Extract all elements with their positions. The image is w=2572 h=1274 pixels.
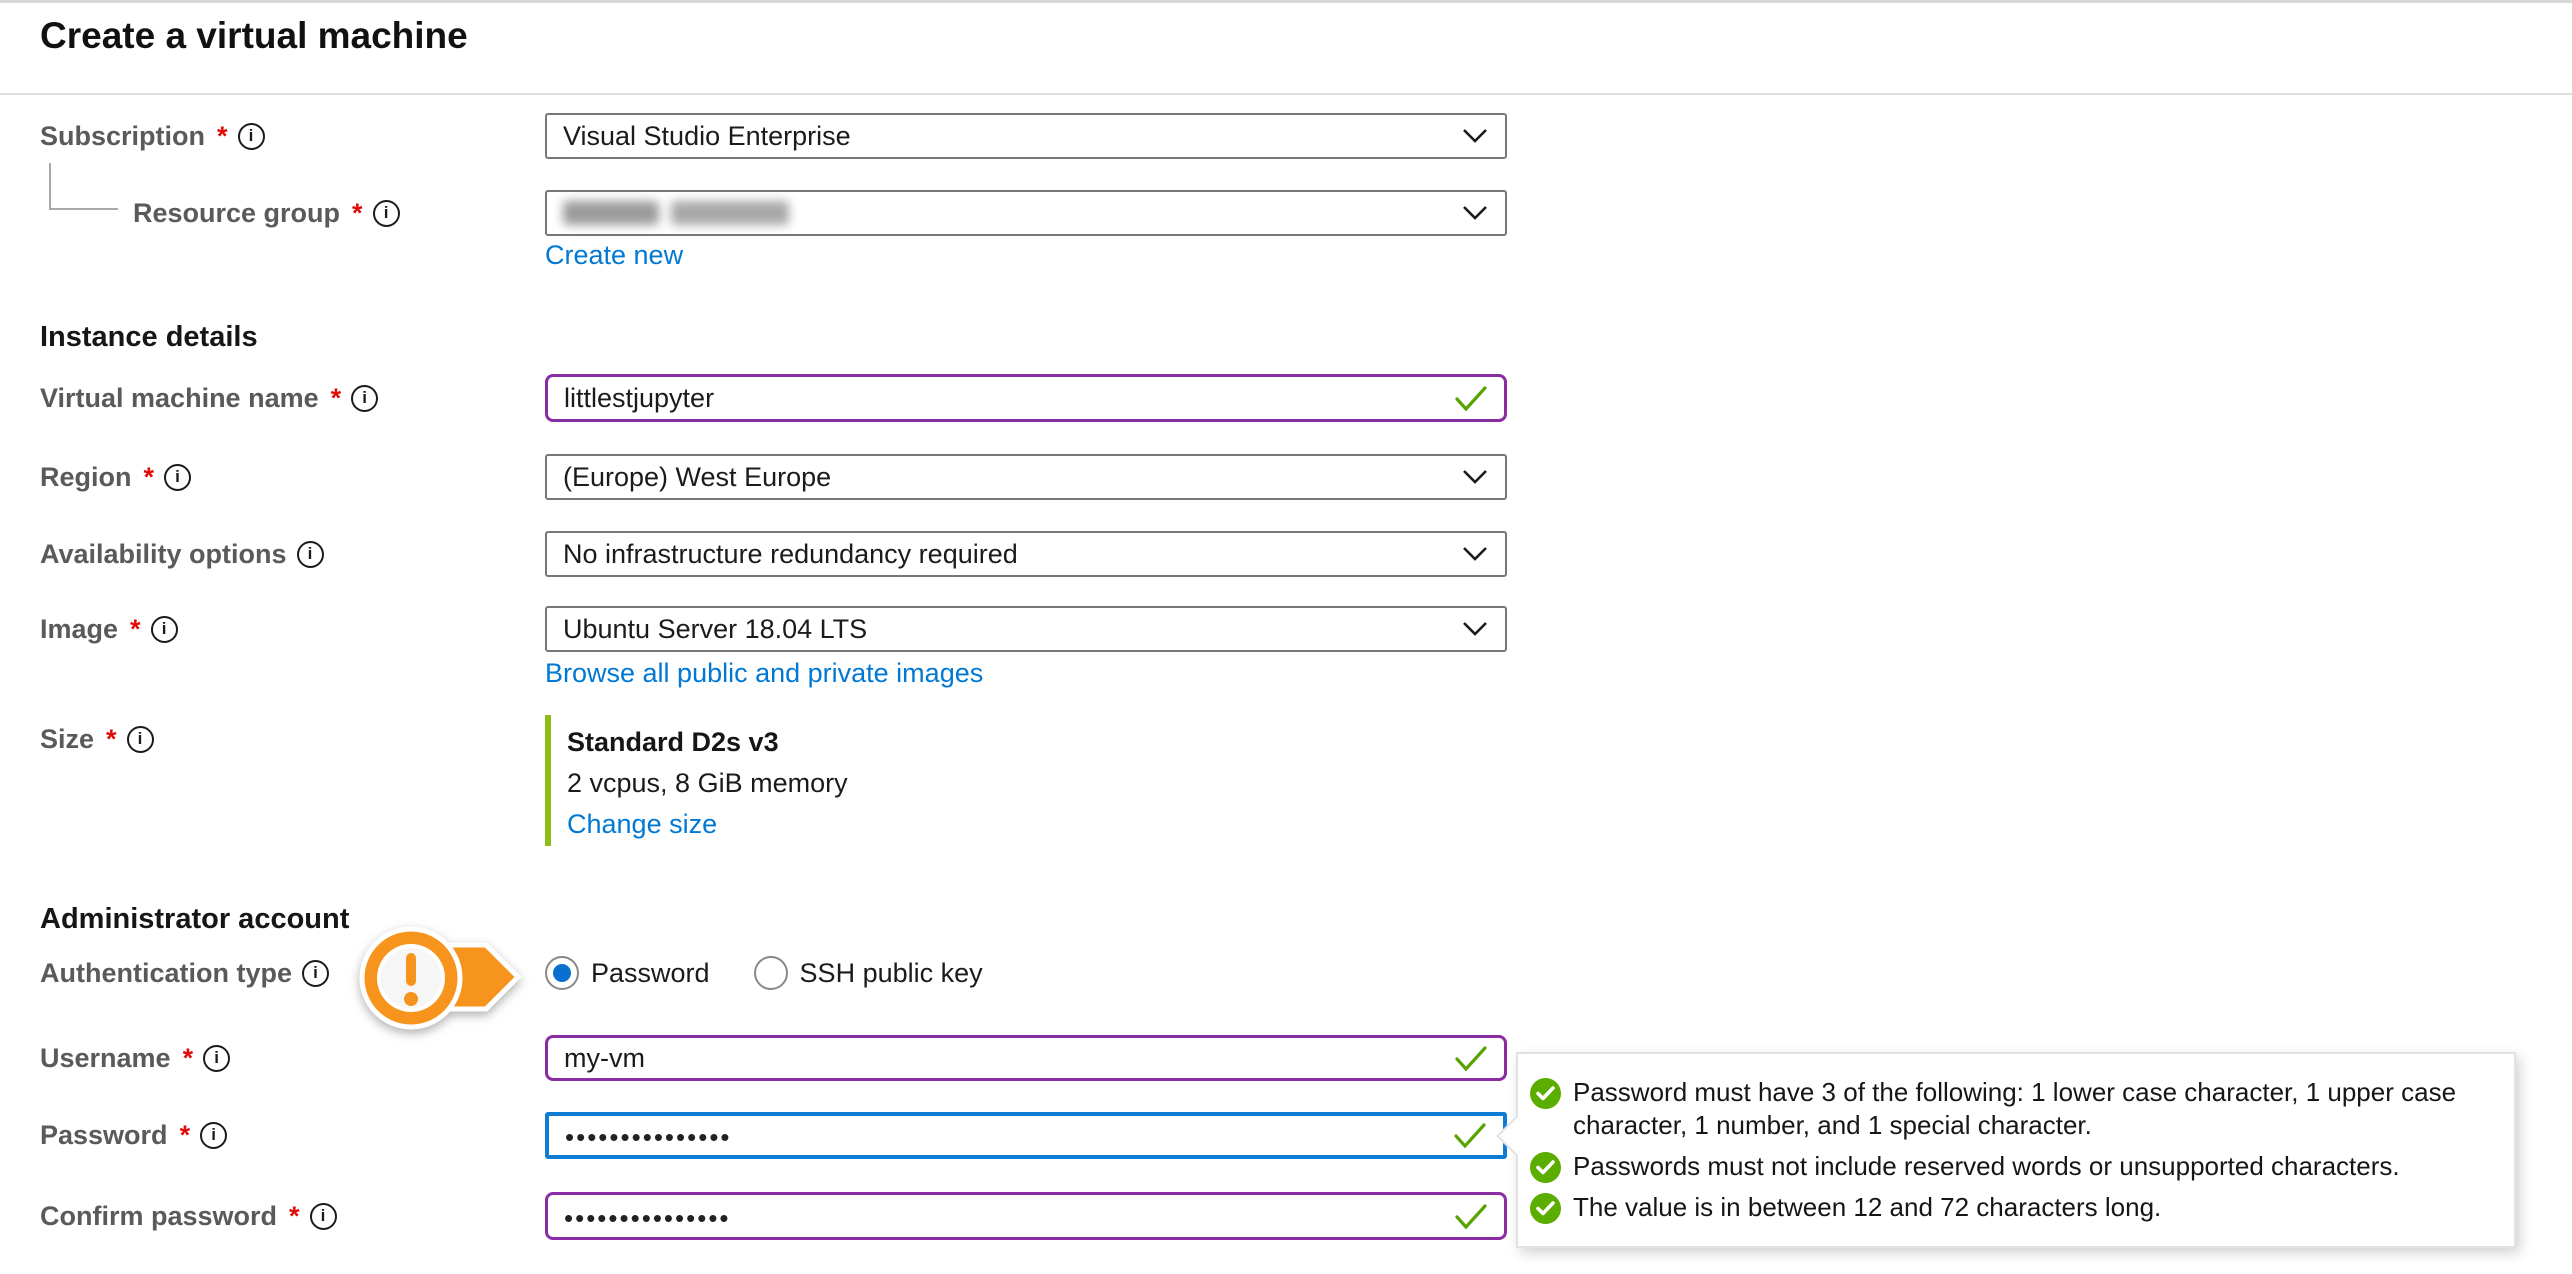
required-asterisk: * xyxy=(352,198,363,229)
instance-details-heading: Instance details xyxy=(40,321,258,354)
success-check-icon xyxy=(1530,1193,1561,1224)
image-value: Ubuntu Server 18.04 LTS xyxy=(563,614,867,645)
validation-rule-item: Passwords must not include reserved word… xyxy=(1530,1150,2492,1183)
required-asterisk: * xyxy=(217,121,228,152)
create-vm-page: Create a virtual machine Subscription* i… xyxy=(0,0,2572,1274)
vm-name-value: littlestjupyter xyxy=(564,383,714,414)
browse-images-link[interactable]: Browse all public and private images xyxy=(545,658,983,689)
valid-check-icon xyxy=(1454,1045,1488,1072)
username-label: Username* i xyxy=(40,1038,230,1078)
resource-group-label: Resource group* i xyxy=(133,193,400,233)
password-validation-tooltip: Password must have 3 of the following: 1… xyxy=(1516,1052,2516,1248)
username-value: my-vm xyxy=(564,1043,645,1074)
valid-check-icon xyxy=(1454,385,1488,412)
radio-unselected-icon xyxy=(754,956,788,990)
radio-selected-icon xyxy=(545,956,579,990)
header-divider xyxy=(0,93,2572,95)
subscription-dropdown[interactable]: Visual Studio Enterprise xyxy=(545,113,1507,159)
info-icon[interactable]: i xyxy=(151,616,178,643)
info-icon[interactable]: i xyxy=(351,385,378,412)
availability-options-value: No infrastructure redundancy required xyxy=(563,539,1018,570)
authentication-type-label: Authentication type i xyxy=(40,953,329,993)
image-label: Image* i xyxy=(40,609,178,649)
info-icon[interactable]: i xyxy=(310,1203,337,1230)
password-masked-value: ••••••••••••••• xyxy=(565,1122,732,1153)
radio-password-label: Password xyxy=(591,958,710,989)
validation-rule-text: Password must have 3 of the following: 1… xyxy=(1573,1076,2492,1142)
chevron-down-icon xyxy=(1461,621,1489,637)
vm-name-input[interactable]: littlestjupyter xyxy=(545,374,1507,422)
region-label: Region* i xyxy=(40,457,191,497)
info-icon[interactable]: i xyxy=(203,1045,230,1072)
confirm-password-masked-value: ••••••••••••••• xyxy=(564,1203,731,1234)
size-label: Size* i xyxy=(40,719,154,759)
resource-group-dropdown[interactable] xyxy=(545,190,1507,236)
required-asterisk: * xyxy=(289,1201,300,1232)
required-asterisk: * xyxy=(130,614,141,645)
administrator-account-heading: Administrator account xyxy=(40,903,349,936)
radio-password[interactable]: Password xyxy=(545,956,710,990)
success-check-icon xyxy=(1530,1152,1561,1183)
password-label: Password* i xyxy=(40,1115,227,1155)
info-icon[interactable]: i xyxy=(127,726,154,753)
info-icon[interactable]: i xyxy=(164,464,191,491)
region-dropdown[interactable]: (Europe) West Europe xyxy=(545,454,1507,500)
required-asterisk: * xyxy=(106,724,117,755)
tree-connector xyxy=(49,163,118,210)
region-value: (Europe) West Europe xyxy=(563,462,831,493)
info-icon[interactable]: i xyxy=(373,200,400,227)
chevron-down-icon xyxy=(1461,128,1489,144)
validation-rule-text: The value is in between 12 and 72 charac… xyxy=(1573,1191,2161,1224)
vm-name-label: Virtual machine name* i xyxy=(40,378,378,418)
change-size-link[interactable]: Change size xyxy=(567,809,717,840)
chevron-down-icon xyxy=(1461,546,1489,562)
availability-options-dropdown[interactable]: No infrastructure redundancy required xyxy=(545,531,1507,577)
create-new-link[interactable]: Create new xyxy=(545,240,683,271)
chevron-down-icon xyxy=(1461,205,1489,221)
validation-rule-item: The value is in between 12 and 72 charac… xyxy=(1530,1191,2492,1224)
subscription-value: Visual Studio Enterprise xyxy=(563,121,851,152)
radio-ssh-public-key[interactable]: SSH public key xyxy=(754,956,983,990)
size-name: Standard D2s v3 xyxy=(567,727,779,758)
availability-options-label: Availability options i xyxy=(40,534,324,574)
info-icon[interactable]: i xyxy=(297,541,324,568)
subscription-label: Subscription* i xyxy=(40,116,265,156)
page-title: Create a virtual machine xyxy=(40,15,468,57)
required-asterisk: * xyxy=(331,383,342,414)
info-icon[interactable]: i xyxy=(200,1122,227,1149)
attention-callout-icon xyxy=(352,919,530,1041)
required-asterisk: * xyxy=(183,1043,194,1074)
size-selection-bar xyxy=(545,715,551,846)
success-check-icon xyxy=(1530,1078,1561,1109)
required-asterisk: * xyxy=(180,1120,191,1151)
info-icon[interactable]: i xyxy=(238,123,265,150)
password-input[interactable]: ••••••••••••••• xyxy=(545,1112,1507,1159)
confirm-password-label: Confirm password* i xyxy=(40,1196,337,1236)
username-input[interactable]: my-vm xyxy=(545,1035,1507,1081)
image-dropdown[interactable]: Ubuntu Server 18.04 LTS xyxy=(545,606,1507,652)
validation-rule-item: Password must have 3 of the following: 1… xyxy=(1530,1076,2492,1142)
valid-check-icon xyxy=(1454,1203,1488,1230)
required-asterisk: * xyxy=(144,462,155,493)
size-specs: 2 vcpus, 8 GiB memory xyxy=(567,768,848,799)
authentication-type-radio-group: Password SSH public key xyxy=(545,951,983,995)
radio-ssh-label: SSH public key xyxy=(800,958,983,989)
confirm-password-input[interactable]: ••••••••••••••• xyxy=(545,1192,1507,1240)
resource-group-value-redacted xyxy=(563,201,789,225)
validation-rule-text: Passwords must not include reserved word… xyxy=(1573,1150,2400,1183)
valid-check-icon xyxy=(1453,1122,1487,1149)
chevron-down-icon xyxy=(1461,469,1489,485)
info-icon[interactable]: i xyxy=(302,960,329,987)
